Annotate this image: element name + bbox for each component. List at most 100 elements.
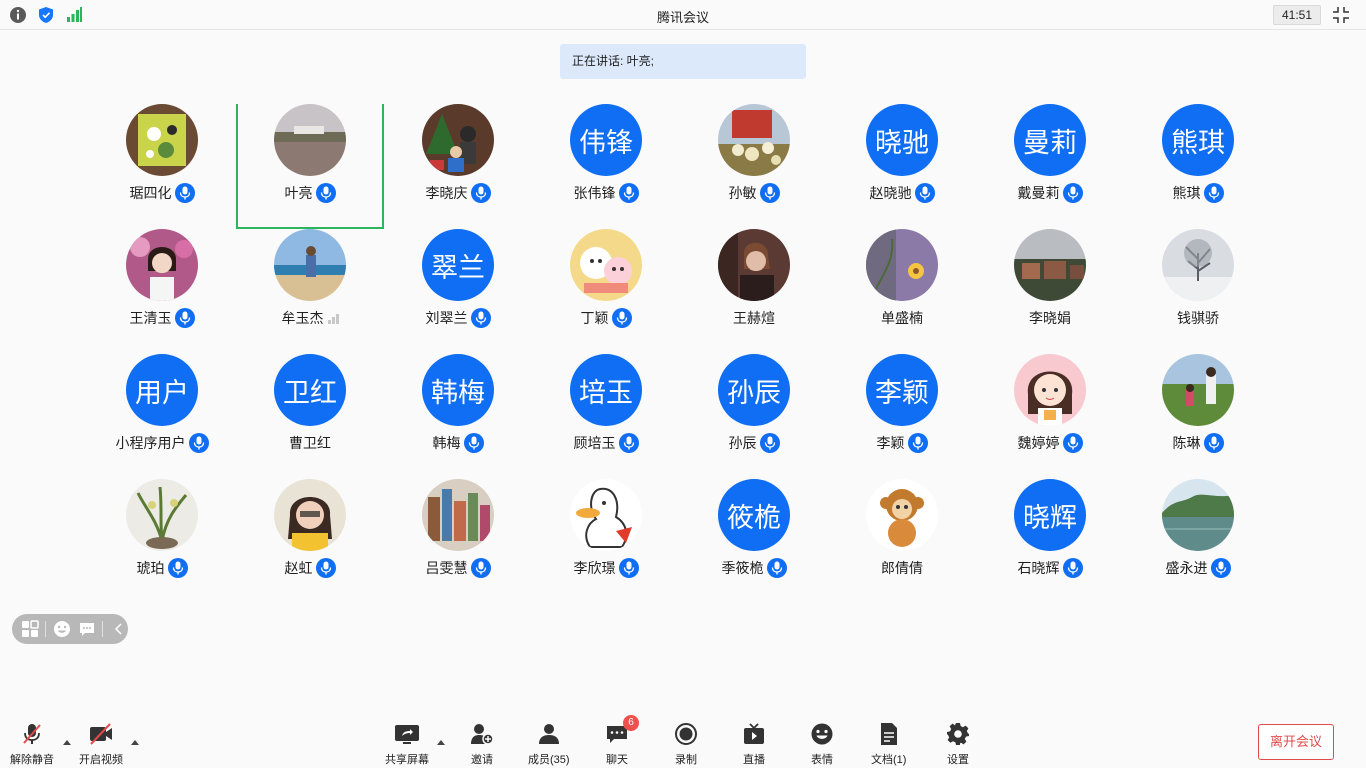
gear-icon: [945, 722, 971, 746]
start-video-button[interactable]: 开启视频: [79, 722, 123, 767]
participant-tile[interactable]: 伟锋 张伟锋: [532, 104, 680, 229]
participant-tile[interactable]: 琚四化: [88, 104, 236, 229]
floating-toolbar: [12, 614, 128, 644]
grid-view-icon[interactable]: [20, 619, 39, 639]
participant-name: 王赫煊: [733, 310, 775, 326]
participant-tile[interactable]: 孙敏: [680, 104, 828, 229]
participant-name-row: 季筱桅: [680, 557, 828, 579]
participant-name-row: 李晓庆: [384, 182, 532, 204]
participant-tile[interactable]: 陈琳: [1124, 354, 1272, 479]
participant-tile[interactable]: 曼莉 戴曼莉: [976, 104, 1124, 229]
participant-tile[interactable]: 筱桅 季筱桅: [680, 479, 828, 604]
window-title: 腾讯会议: [656, 10, 709, 25]
participant-tile[interactable]: 牟玉杰: [236, 229, 384, 354]
microphone-icon: [315, 183, 336, 203]
avatar: 筱桅: [718, 479, 790, 551]
participant-tile[interactable]: 吕雯慧: [384, 479, 532, 604]
participant-name: 熊琪: [1172, 185, 1201, 201]
participant-name-row: 李晓娟: [976, 307, 1124, 329]
document-icon: [876, 722, 902, 746]
participant-tile[interactable]: 晓驰 赵晓驰: [828, 104, 976, 229]
microphone-icon: [618, 558, 639, 578]
reactions-button[interactable]: 表情: [809, 722, 835, 767]
participant-name: 孙敏: [728, 185, 757, 201]
participant-tile[interactable]: 单盛楠: [828, 229, 976, 354]
participant-tile[interactable]: 翠兰 刘翠兰: [384, 229, 532, 354]
participant-name-row: 琥珀: [88, 557, 236, 579]
participant-tile[interactable]: 琥珀: [88, 479, 236, 604]
participant-name: 张伟锋: [573, 185, 616, 201]
chat-icon[interactable]: [77, 619, 96, 639]
participant-name: 钱骐骄: [1177, 310, 1219, 326]
participant-name-row: 石晓辉: [976, 557, 1124, 579]
weak-signal-icon: [327, 312, 339, 324]
leave-meeting-button[interactable]: 离开会议: [1258, 724, 1334, 760]
participant-tile[interactable]: 李颖 李颖: [828, 354, 976, 479]
participant-tile[interactable]: 郎倩倩: [828, 479, 976, 604]
emoji-icon[interactable]: [52, 619, 71, 639]
participant-tile[interactable]: 培玉 顾培玉: [532, 354, 680, 479]
participant-tile[interactable]: 熊琪 熊琪: [1124, 104, 1272, 229]
record-label: 录制: [675, 754, 697, 766]
participant-name: 王清玉: [129, 310, 172, 326]
participant-tile[interactable]: 王赫煊: [680, 229, 828, 354]
participant-name: 孙辰: [728, 435, 757, 451]
participant-name: 牟玉杰: [281, 310, 324, 326]
microphone-icon: [174, 183, 195, 203]
unmute-button[interactable]: 解除静音: [10, 722, 54, 767]
avatar: 晓辉: [1014, 479, 1086, 551]
invite-button[interactable]: 邀请: [469, 722, 495, 767]
avatar-photo: [422, 479, 494, 551]
exit-fullscreen-icon[interactable]: [1331, 5, 1351, 25]
docs-button[interactable]: 文档(1): [871, 722, 906, 767]
participant-tile[interactable]: 盛永进: [1124, 479, 1272, 604]
participant-tile[interactable]: 王清玉: [88, 229, 236, 354]
participant-tile[interactable]: 钱骐骄: [1124, 229, 1272, 354]
microphone-icon: [470, 308, 491, 328]
participant-name: 陈琳: [1172, 435, 1201, 451]
participant-tile[interactable]: 魏婷婷: [976, 354, 1124, 479]
members-button[interactable]: 成员(35): [528, 722, 570, 767]
participant-tile[interactable]: 李晓娟: [976, 229, 1124, 354]
participant-name: 刘翠兰: [425, 310, 468, 326]
share-screen-button[interactable]: 共享屏幕: [385, 722, 429, 767]
video-options-caret[interactable]: [131, 740, 139, 745]
participant-name-row: 叶亮: [238, 182, 382, 204]
participant-tile[interactable]: 晓辉 石晓辉: [976, 479, 1124, 604]
smile-icon: [809, 722, 835, 746]
record-button[interactable]: 录制: [673, 722, 699, 767]
participant-tile[interactable]: 李晓庆: [384, 104, 532, 229]
avatar: 熊琪: [1162, 104, 1234, 176]
microphone-icon: [766, 558, 787, 578]
participant-tile[interactable]: 孙辰 孙辰: [680, 354, 828, 479]
settings-button[interactable]: 设置: [945, 722, 971, 767]
microphone-muted-icon: [19, 722, 45, 746]
participant-tile[interactable]: 丁颖: [532, 229, 680, 354]
avatar-photo: [718, 229, 790, 301]
share-options-caret[interactable]: [437, 740, 445, 745]
participant-tile[interactable]: 卫红 曹卫红: [236, 354, 384, 479]
avatar-photo: [570, 479, 642, 551]
collapse-icon[interactable]: [109, 619, 128, 639]
chat-button[interactable]: 6 聊天: [604, 715, 639, 767]
avatar-photo: [422, 104, 494, 176]
participant-tile[interactable]: 李欣璟: [532, 479, 680, 604]
participant-tile[interactable]: 赵虹: [236, 479, 384, 604]
avatar: 曼莉: [1014, 104, 1086, 176]
participant-tile[interactable]: 叶亮: [236, 104, 384, 229]
participant-name: 李晓娟: [1029, 310, 1071, 326]
participant-name: 叶亮: [284, 185, 313, 201]
microphone-icon: [1203, 433, 1224, 453]
participant-tile[interactable]: 韩梅 韩梅: [384, 354, 532, 479]
live-button[interactable]: 直播: [741, 722, 767, 767]
audio-options-caret[interactable]: [63, 740, 71, 745]
microphone-icon: [914, 183, 935, 203]
microphone-icon: [1203, 183, 1224, 203]
participant-tile[interactable]: 用户 小程序用户: [88, 354, 236, 479]
chat-unread-badge: 6: [623, 715, 639, 731]
avatar-photo: [1162, 229, 1234, 301]
participant-name-row: 王清玉: [88, 307, 236, 329]
participant-name-row: 戴曼莉: [976, 182, 1124, 204]
participant-name: 吕雯慧: [425, 560, 468, 576]
participant-name: 石晓辉: [1017, 560, 1060, 576]
